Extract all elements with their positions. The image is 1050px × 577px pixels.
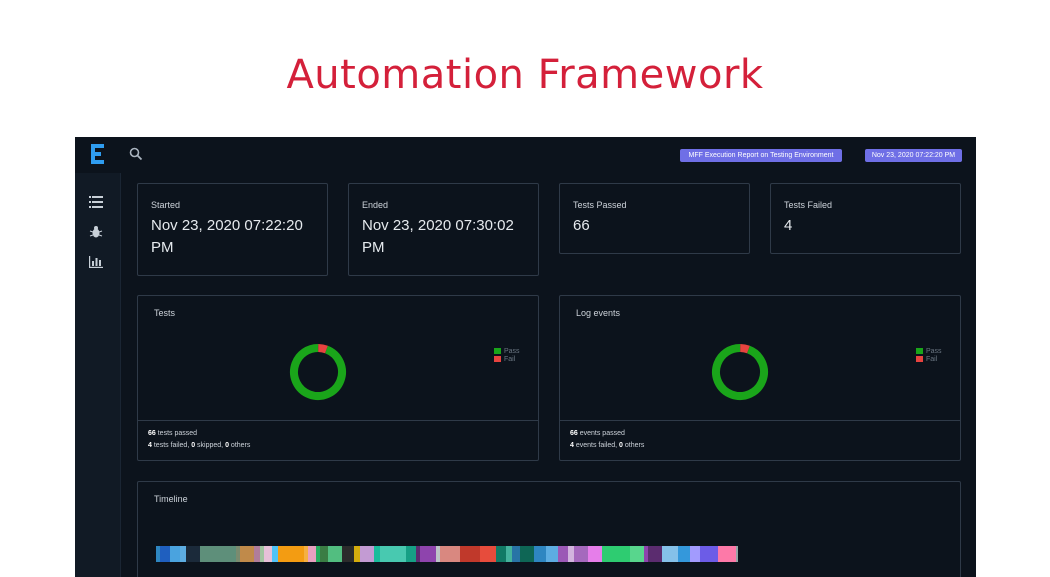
timeline-segment[interactable] [602,546,630,562]
timeline-segment[interactable] [460,546,480,562]
list-icon[interactable] [89,196,103,208]
timeline-segment[interactable] [170,546,180,562]
legend-fail-label: Fail [926,355,938,363]
timeline-segment[interactable] [240,546,254,562]
timeline-segment[interactable] [186,546,200,562]
timeline-segment[interactable] [320,546,328,562]
started-card: Started Nov 23, 2020 07:22:20 PM [137,183,328,276]
tests-failed-card: Tests Failed 4 [770,183,961,254]
donut-pass-slice[interactable] [288,342,348,402]
timeline-segment[interactable] [558,546,568,562]
timeline-segment[interactable] [700,546,718,562]
tests-passed-label: Tests Passed [573,200,627,210]
timeline-segment[interactable] [496,546,506,562]
legend-fail[interactable]: Fail [916,355,942,363]
tests-passed-card: Tests Passed 66 [559,183,750,254]
timeline-segment[interactable] [662,546,678,562]
ended-label: Ended [362,200,389,210]
timeline-segment[interactable] [160,546,170,562]
started-value: Nov 23, 2020 07:22:20 PM [151,217,303,256]
timeline-segment[interactable] [546,546,558,562]
timeline-segment[interactable] [420,546,436,562]
legend-pass[interactable]: Pass [494,347,520,355]
timeline-segment[interactable] [440,546,460,562]
log-events-donut-chart[interactable] [710,342,770,402]
timeline-segment[interactable] [520,546,534,562]
ended-value: Nov 23, 2020 07:30:02 PM [362,217,514,256]
topbar: MFF Execution Report on Testing Environm… [75,137,976,173]
date-tag[interactable]: Nov 23, 2020 07:22:20 PM [865,149,962,162]
tests-passed-value: 66 [573,217,590,234]
donut-pass-slice[interactable] [710,342,770,402]
timeline-segment[interactable] [308,546,316,562]
tests-legend: Pass Fail [494,347,520,363]
timeline-segment[interactable] [690,546,700,562]
legend-pass-label: Pass [504,347,520,355]
tests-failed-label: Tests Failed [784,200,833,210]
events-failed-summary: 4 events failed, 0 others [570,442,645,449]
timeline-panel: Timeline [137,481,961,577]
timeline-segment[interactable] [588,546,602,562]
timeline-segment[interactable] [342,546,354,562]
legend-pass-label: Pass [926,347,942,355]
search-icon[interactable] [129,147,143,161]
timeline-segment[interactable] [574,546,588,562]
tests-panel-footer: 66 tests passed 4 tests failed, 0 skippe… [138,420,538,460]
tests-passed-summary: 66 tests passed [148,430,198,437]
timeline-segment[interactable] [718,546,736,562]
bar-chart-icon[interactable] [89,256,103,268]
legend-fail[interactable]: Fail [494,355,520,363]
tests-panel-title: Tests [154,308,176,318]
sidebar [75,173,121,577]
legend-pass[interactable]: Pass [916,347,942,355]
log-events-panel-title: Log events [576,308,621,318]
report-app: MFF Execution Report on Testing Environm… [75,137,976,577]
timeline-segment[interactable] [380,546,406,562]
tests-failed-value: 4 [784,217,793,234]
timeline-segment[interactable] [278,546,304,562]
timeline-segment[interactable] [406,546,416,562]
timeline-segment[interactable] [264,546,272,562]
timeline-bar[interactable] [156,546,808,562]
timeline-segment[interactable] [534,546,546,562]
logo-icon[interactable] [91,144,107,164]
timeline-segment[interactable] [512,546,520,562]
timeline-segment[interactable] [328,546,342,562]
tests-failed-summary: 4 tests failed, 0 skipped, 0 others [148,442,251,449]
timeline-title: Timeline [154,494,188,504]
timeline-segment[interactable] [648,546,662,562]
ended-card: Ended Nov 23, 2020 07:30:02 PM [348,183,539,276]
tests-panel: Tests Pass Fail 66 tests passed 4 tests … [137,295,539,461]
report-tag[interactable]: MFF Execution Report on Testing Environm… [680,149,842,162]
timeline-segment[interactable] [678,546,690,562]
started-label: Started [151,200,181,210]
log-events-panel: Log events Pass Fail 66 events passed 4 … [559,295,961,461]
timeline-segment[interactable] [736,546,738,562]
page-heading: Automation Framework [286,52,764,98]
timeline-segment[interactable] [200,546,236,562]
log-events-legend: Pass Fail [916,347,942,363]
bug-icon[interactable] [89,226,103,238]
timeline-segment[interactable] [630,546,644,562]
events-passed-summary: 66 events passed [570,430,625,437]
legend-fail-label: Fail [504,355,516,363]
log-events-panel-footer: 66 events passed 4 events failed, 0 othe… [560,420,960,460]
tests-donut-chart[interactable] [288,342,348,402]
timeline-segment[interactable] [360,546,374,562]
timeline-segment[interactable] [480,546,496,562]
